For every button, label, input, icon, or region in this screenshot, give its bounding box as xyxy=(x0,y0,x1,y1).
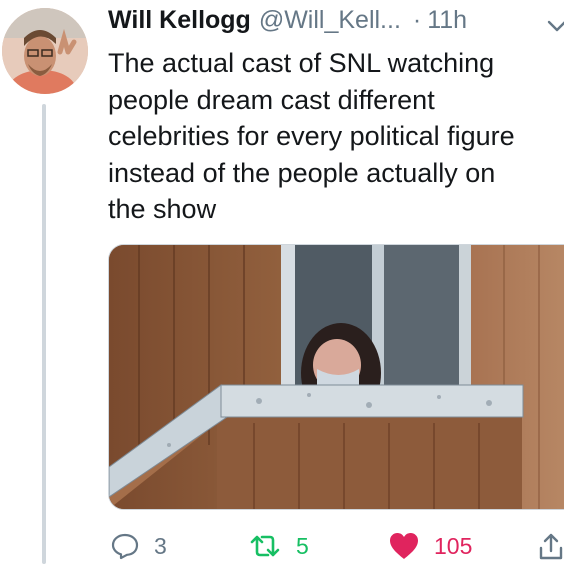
retweet-count: 5 xyxy=(296,532,309,559)
tweet-text: The actual cast of SNL watching people d… xyxy=(108,48,515,224)
media-photo xyxy=(109,245,564,509)
separator-dot: · xyxy=(412,6,422,34)
like-button[interactable]: 105 xyxy=(388,528,472,564)
tweet-media[interactable] xyxy=(108,244,564,510)
reply-button[interactable]: 3 xyxy=(110,528,167,564)
thread-line xyxy=(42,104,46,564)
tweet-time[interactable]: 11h xyxy=(427,6,467,35)
like-count: 105 xyxy=(434,532,473,559)
avatar-image xyxy=(2,8,88,94)
retweet-icon xyxy=(250,535,280,557)
tweet-header: Will Kellogg @Will_Kell... · 11h xyxy=(108,6,564,42)
retweet-button[interactable]: 5 xyxy=(248,528,309,564)
tweet-actions: 3 5 105 xyxy=(108,528,564,564)
avatar[interactable] xyxy=(2,8,88,94)
heart-icon xyxy=(390,533,418,559)
reply-icon xyxy=(111,533,139,560)
author-name[interactable]: Will Kellogg xyxy=(108,6,251,35)
share-button[interactable] xyxy=(538,528,564,564)
reply-count: 3 xyxy=(154,532,167,559)
chevron-down-icon[interactable] xyxy=(546,18,564,34)
author-handle[interactable]: @Will_Kell... xyxy=(259,6,401,35)
share-icon xyxy=(539,533,563,560)
